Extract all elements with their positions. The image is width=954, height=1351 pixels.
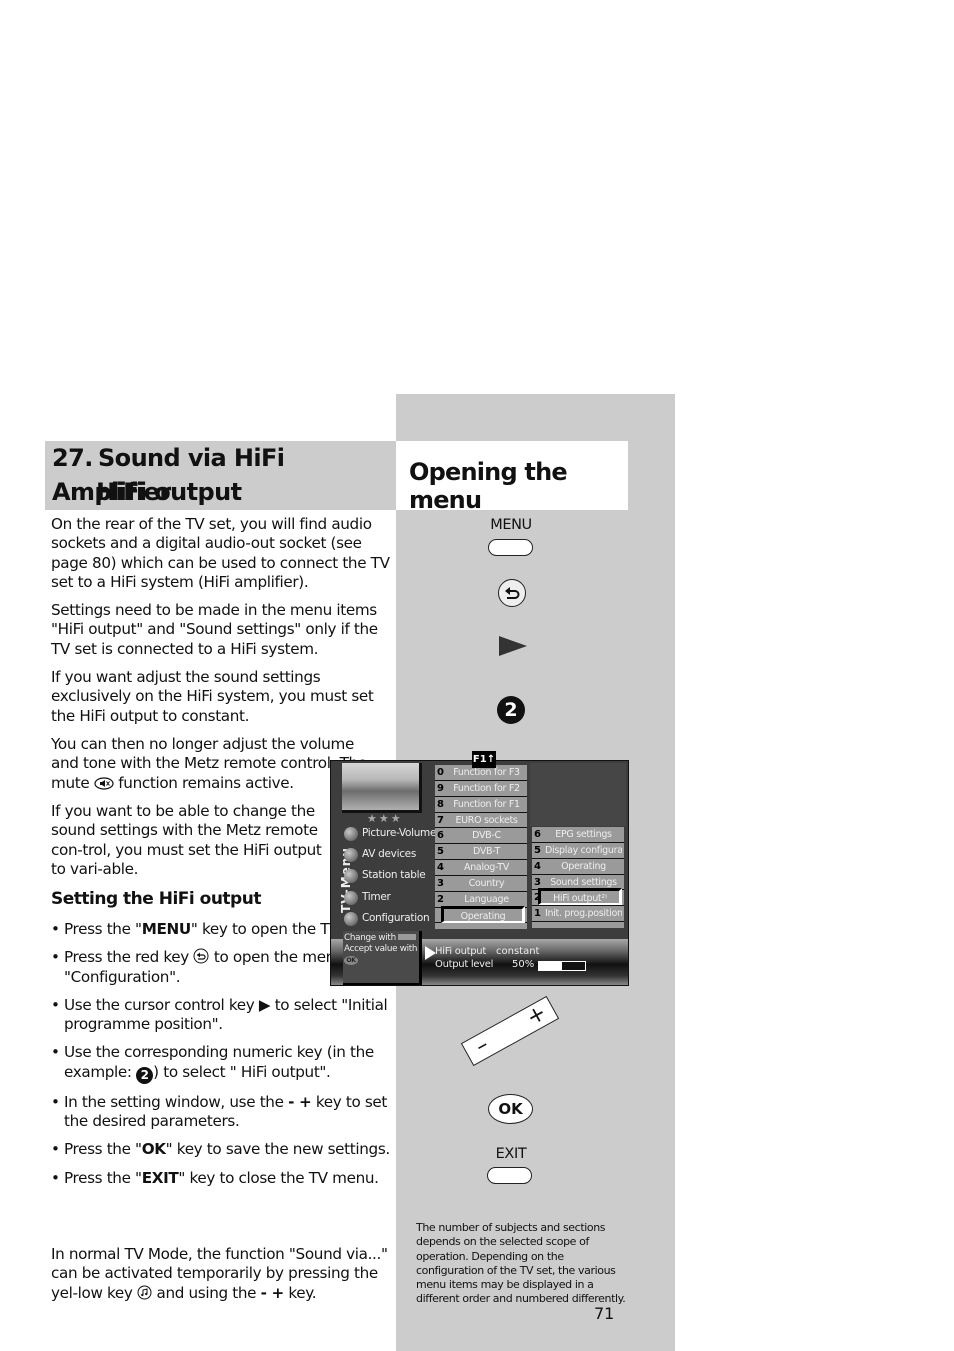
row-label: EPG settings bbox=[555, 829, 612, 840]
ok-icon: OK bbox=[344, 956, 358, 965]
row-number: 1 bbox=[534, 908, 541, 920]
exit-key-label: EXIT bbox=[495, 1146, 527, 1162]
menu-row: 7 EURO sockets bbox=[435, 813, 527, 829]
menu-row: 6 EPG settings bbox=[532, 827, 624, 843]
tv-menu-screenshot: ★★★ TV-Menu Picture-Volume AV devices St… bbox=[330, 760, 629, 986]
hint-box: Change with Accept value with OK bbox=[343, 931, 422, 985]
row-label: HiFi output²⁾ bbox=[538, 888, 622, 906]
paragraph: On the rear of the TV set, you will find… bbox=[51, 515, 390, 591]
row-number: 3 bbox=[437, 877, 444, 889]
step: Press the "OK" key to save the new setti… bbox=[51, 1140, 391, 1160]
cursor-right-icon bbox=[499, 636, 527, 656]
menu-row: 5 DVB-T bbox=[435, 844, 527, 861]
footnote: The number of subjects and sections depe… bbox=[416, 1221, 626, 1306]
yellow-key-icon bbox=[137, 1285, 152, 1300]
ok-key: OK bbox=[488, 1094, 533, 1124]
ball-icon bbox=[344, 911, 358, 926]
row-number: 0 bbox=[437, 767, 444, 778]
row-number: 7 bbox=[437, 814, 444, 826]
row-number: 6 bbox=[437, 830, 444, 842]
row-label: Country bbox=[468, 877, 505, 889]
menu-key-label: MENU bbox=[490, 517, 532, 533]
menu-row: 6 DVB-C bbox=[435, 828, 527, 845]
exit-key bbox=[487, 1167, 532, 1184]
menu-item-picture-volume: Picture-Volume bbox=[344, 823, 436, 844]
preview-image bbox=[342, 763, 422, 813]
row-label: EURO sockets bbox=[455, 814, 518, 826]
number-key-icon: 2 bbox=[136, 1066, 154, 1084]
paragraph: In normal TV Mode, the function "Sound v… bbox=[51, 1245, 388, 1302]
ball-icon bbox=[344, 848, 358, 863]
ball-icon bbox=[344, 827, 358, 841]
number-2-key: 2 bbox=[497, 696, 525, 724]
menu-row: 5 Display configuration²⁾ bbox=[532, 843, 624, 859]
row-number: 6 bbox=[534, 829, 541, 840]
menu-row: 4 Analog-TV bbox=[435, 860, 527, 876]
row-label: Language bbox=[464, 893, 509, 905]
paragraph: Settings need to be made in the menu ite… bbox=[51, 601, 378, 658]
menu-item-av-devices: AV devices bbox=[344, 844, 436, 865]
row-label: Function for F1 bbox=[453, 798, 520, 810]
row-label: Operating bbox=[561, 860, 606, 872]
row-number: 2 bbox=[437, 893, 444, 905]
row-number: 5 bbox=[534, 844, 541, 856]
row-label: Function for F2 bbox=[453, 782, 520, 794]
row-number: 3 bbox=[534, 876, 541, 888]
row-label: Sound settings bbox=[550, 876, 617, 888]
row-number: 9 bbox=[437, 782, 444, 794]
menu-row: 8 Function for F1 bbox=[435, 797, 527, 813]
menu-row: 2HiFi output²⁾ bbox=[532, 888, 624, 907]
configuration-list: 0 Function for F3 9 Function for F2 8 Functio… bbox=[435, 765, 527, 929]
row-number: 4 bbox=[534, 860, 541, 872]
row-label: DVB-C bbox=[472, 830, 501, 842]
red-key-icon bbox=[498, 579, 526, 607]
step: Use the cursor control key ▶ to select "… bbox=[51, 996, 391, 1035]
paragraph: If you want adjust the sound settings ex… bbox=[51, 668, 374, 725]
row-label: Analog-TV bbox=[464, 862, 509, 874]
step: Use the corresponding numeric key (in th… bbox=[51, 1043, 391, 1084]
paragraph: You can then no longer adjust the volume… bbox=[51, 735, 367, 792]
menu-row: 1 Init. prog.position bbox=[532, 906, 624, 923]
menu-row: Operating bbox=[435, 905, 527, 924]
row-number: 4 bbox=[437, 862, 444, 874]
minus-plus-icon bbox=[398, 934, 417, 940]
page-number: 71 bbox=[594, 1304, 615, 1323]
row-label: Init. prog.position bbox=[545, 908, 622, 920]
paragraph: If you want to be able to change the sou… bbox=[51, 802, 322, 878]
menu-item-configuration: Configuration bbox=[344, 908, 436, 929]
red-key-icon bbox=[193, 948, 209, 964]
output-level-bar bbox=[538, 961, 586, 971]
step: In the setting window, use the - + key t… bbox=[51, 1093, 391, 1132]
f1-tab: F1↑ bbox=[472, 751, 496, 768]
row-number: 8 bbox=[437, 798, 444, 810]
row-label: DVB-T bbox=[472, 846, 501, 858]
row-label: Operating bbox=[441, 905, 525, 923]
step: Press the "EXIT" key to close the TV men… bbox=[51, 1169, 391, 1189]
operating-submenu: 6 EPG settings 5 Display configuration²⁾ 4 Op… bbox=[532, 827, 624, 928]
main-menu: Picture-Volume AV devices Station table … bbox=[344, 823, 436, 929]
ball-icon bbox=[344, 869, 358, 884]
menu-row: 9 Function for F2 bbox=[435, 781, 527, 797]
menu-row: 3 Country bbox=[435, 876, 527, 892]
menu-key bbox=[488, 539, 533, 556]
ball-icon bbox=[344, 890, 358, 905]
chapter-heading: 27. Sound via HiFi Amplifier HiFi output bbox=[45, 441, 396, 510]
menu-row: 4 Operating bbox=[532, 859, 624, 875]
mute-icon bbox=[94, 776, 114, 790]
section-subheading: Setting the HiFi output bbox=[51, 889, 261, 909]
menu-item-timer: Timer bbox=[344, 887, 436, 908]
row-number: 5 bbox=[437, 846, 444, 858]
chapter-subtitle: HiFi output bbox=[96, 478, 242, 506]
menu-item-station-table: Station table bbox=[344, 865, 436, 886]
side-heading: Opening the menu bbox=[396, 441, 628, 514]
row-label: Display configuration²⁾ bbox=[545, 844, 622, 856]
